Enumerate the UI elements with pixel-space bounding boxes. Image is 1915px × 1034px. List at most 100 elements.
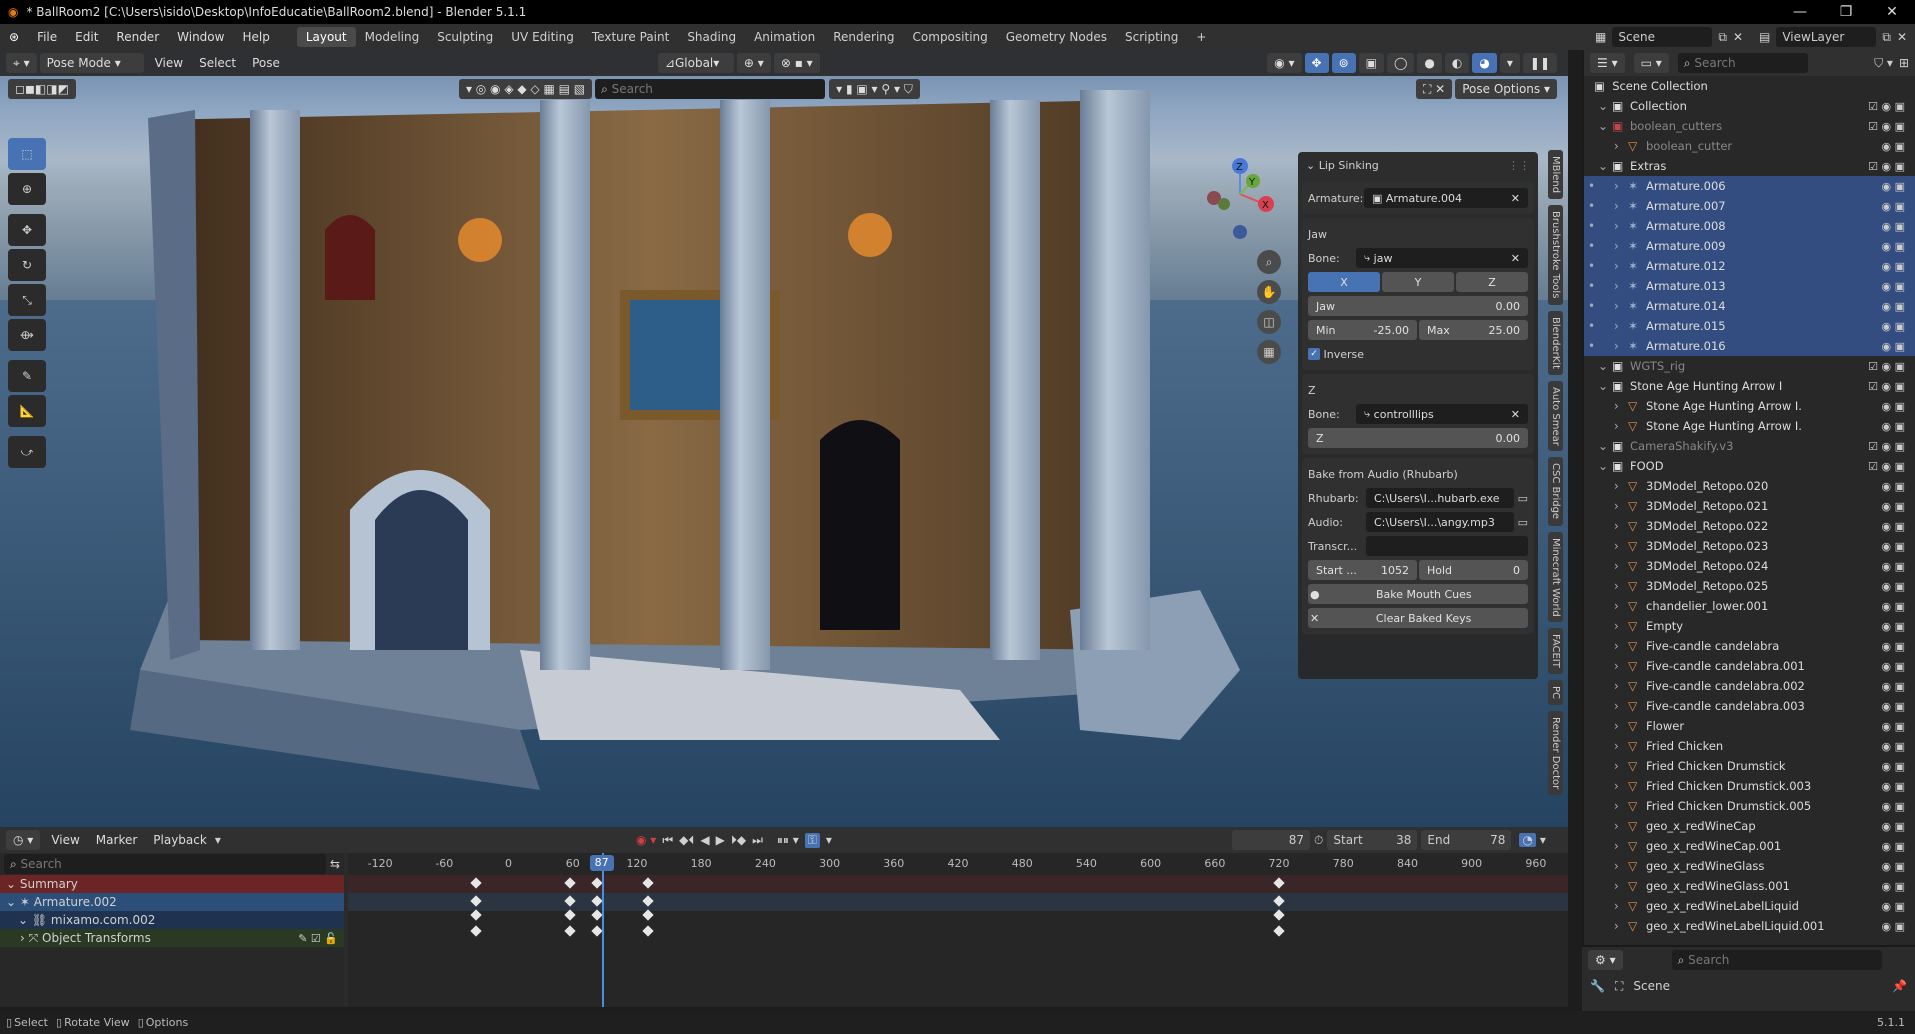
outliner-row[interactable]: › ▽ 3DModel_Retopo.023 ◉ ▣ <box>1584 536 1915 556</box>
keying-icons[interactable]: ⏸⏸ ▾ <box>777 833 799 848</box>
filter-icon[interactable]: ⛉ ▾ <box>1874 56 1893 71</box>
visibility-toggles[interactable]: ◉ ▣ <box>1882 260 1906 273</box>
clear-z-bone-icon[interactable]: ✕ <box>1511 408 1520 421</box>
visibility-toggles[interactable]: ◉ ▣ <box>1882 560 1906 573</box>
new-scene-icon[interactable]: ⧉ <box>1718 30 1727 45</box>
visibility-toggles[interactable]: ◉ ▣ <box>1882 860 1906 873</box>
measure-tool-icon[interactable]: 📐 <box>8 395 46 427</box>
annotate-tool-icon[interactable]: ✎ <box>8 360 46 392</box>
outliner-row[interactable]: › ▽ geo_x_redWineCap.001 ◉ ▣ <box>1584 836 1915 856</box>
current-frame-field[interactable]: 87 <box>1232 830 1310 850</box>
timeline-keyframe-area[interactable]: -120 -60 0 60 120 180 240 300 360 420 480 540 600 660… <box>348 853 1568 1007</box>
outliner-row[interactable]: › ▽ geo_x_redWineLabelLiquid.001 ◉ ▣ <box>1584 916 1915 936</box>
visibility-toggles[interactable]: ☑ ◉ ▣ <box>1868 440 1905 453</box>
stopwatch-icon[interactable]: ⏱ <box>1314 833 1323 848</box>
outliner-row[interactable]: › ▽ Fried Chicken Drumstick.003 ◉ ▣ <box>1584 776 1915 796</box>
outliner-row[interactable]: › ▽ Flower ◉ ▣ <box>1584 716 1915 736</box>
workspace-tab-texture-paint[interactable]: Texture Paint <box>583 27 678 47</box>
visibility-toggles[interactable]: ◉ ▣ <box>1882 620 1906 633</box>
summary-channel[interactable]: ⌄ Summary <box>0 875 344 893</box>
hold-field[interactable]: Hold 0 <box>1419 560 1528 580</box>
menu-render[interactable]: Render <box>107 30 168 44</box>
visibility-toggles[interactable]: ◉ ▣ <box>1882 240 1906 253</box>
keying-set-icon[interactable]: ⚿ <box>804 832 820 848</box>
menu-view[interactable]: View <box>147 56 191 70</box>
overlay-toggle-icon[interactable]: ⊚ <box>1331 53 1356 73</box>
outliner-row[interactable]: › ▽ chandelier_lower.001 ◉ ▣ <box>1584 596 1915 616</box>
pause-render-icon[interactable]: ❚❚ <box>1522 53 1557 73</box>
outliner-row[interactable]: • › ✶ Armature.013 ◉ ▣ <box>1584 276 1915 296</box>
playhead[interactable] <box>601 853 604 1007</box>
outliner-row[interactable]: • › ✶ Armature.009 ◉ ▣ <box>1584 236 1915 256</box>
visibility-toggles[interactable]: ☑ ◉ ▣ <box>1868 120 1905 133</box>
chevron-right-icon[interactable]: › <box>1614 799 1619 813</box>
add-workspace-icon[interactable]: + <box>1187 27 1215 47</box>
chevron-right-icon[interactable]: › <box>1614 779 1619 793</box>
visibility-toggles[interactable]: ◉ ▣ <box>1882 320 1906 333</box>
pin-icon[interactable]: 📌 <box>1892 979 1907 993</box>
delete-view-layer-icon[interactable]: ✕ <box>1897 30 1907 44</box>
mode-selector[interactable]: Pose Mode ▾ <box>39 53 144 73</box>
visibility-toggles[interactable]: ◉ ▣ <box>1882 740 1906 753</box>
properties-search-input[interactable]: ⌕ Search <box>1671 950 1882 970</box>
outliner-row[interactable]: › ▽ geo_x_redWineGlass ◉ ▣ <box>1584 856 1915 876</box>
keyframe[interactable] <box>1273 925 1285 937</box>
workspace-tab-compositing[interactable]: Compositing <box>904 27 997 47</box>
outliner-row[interactable]: › ▽ Fried Chicken Drumstick.005 ◉ ▣ <box>1584 796 1915 816</box>
outliner-row[interactable]: › ▽ geo_x_redWineCap ◉ ▣ <box>1584 816 1915 836</box>
visibility-toggles[interactable]: ☑ ◉ ▣ <box>1868 460 1905 473</box>
workspace-tab-modeling[interactable]: Modeling <box>356 27 429 47</box>
cursor-tool-icon[interactable]: ⊕ <box>8 173 46 205</box>
keyframe[interactable] <box>641 909 654 921</box>
perspective-grid-icon[interactable]: ▦ <box>1257 340 1281 364</box>
maximize-icon[interactable]: ❐ <box>1823 4 1869 20</box>
visibility-toggles[interactable]: ◉ ▣ <box>1882 760 1906 773</box>
tl-menu-playback[interactable]: Playback <box>145 833 215 847</box>
chevron-right-icon[interactable]: › <box>1614 179 1619 193</box>
view-layer-selector[interactable]: ViewLayer <box>1776 27 1877 47</box>
shading-options-icon[interactable]: ▾ <box>1499 53 1520 73</box>
keyframe[interactable] <box>563 877 576 889</box>
visibility-toggles[interactable]: ◉ ▣ <box>1882 880 1906 893</box>
chevron-right-icon[interactable]: › <box>1614 839 1619 853</box>
outliner-row[interactable]: • › ✶ Armature.008 ◉ ▣ <box>1584 216 1915 236</box>
chevron-down-icon[interactable]: ⌄ <box>1598 439 1608 453</box>
editor-type-icon[interactable]: ◷ ▾ <box>6 830 41 850</box>
scene-selector[interactable]: Scene <box>1612 27 1713 47</box>
camera-view-icon[interactable]: ◫ <box>1257 310 1281 334</box>
outliner-editor-type-icon[interactable]: ☰ ▾ <box>1590 53 1625 73</box>
scale-tool-icon[interactable]: ⤡ <box>8 284 46 316</box>
menu-pose[interactable]: Pose <box>244 56 288 70</box>
chevron-right-icon[interactable]: › <box>1614 699 1619 713</box>
pivot-icon[interactable]: ⊕ ▾ <box>736 53 771 73</box>
axis-y-button[interactable]: Y <box>1382 272 1454 292</box>
properties-editor-type-icon[interactable]: ⚙ ▾ <box>1588 950 1623 970</box>
folder-icon[interactable]: ▭ <box>1518 492 1528 505</box>
select-box-tool-icon[interactable]: ⬚ <box>8 138 46 170</box>
visibility-toggles[interactable]: ◉ ▣ <box>1882 520 1906 533</box>
outliner-row[interactable]: ⌄ ▣ Collection ☑ ◉ ▣ <box>1584 96 1915 116</box>
material-shading-icon[interactable]: ◐ <box>1444 53 1470 73</box>
outliner-row[interactable]: › ▽ Five-candle candelabra.002 ◉ ▣ <box>1584 676 1915 696</box>
pose-tool-icon[interactable]: ⤻ <box>8 436 46 468</box>
chevron-right-icon[interactable]: › <box>1614 879 1619 893</box>
visibility-toggles[interactable]: ◉ ▣ <box>1882 540 1906 553</box>
clear-baked-keys-button[interactable]: ✕ Clear Baked Keys <box>1308 608 1528 628</box>
visibility-toggles[interactable]: ◉ ▣ <box>1882 820 1906 833</box>
chevron-right-icon[interactable]: › <box>1614 539 1619 553</box>
visibility-toggles[interactable]: ◉ ▣ <box>1882 580 1906 593</box>
menu-help[interactable]: Help <box>233 30 278 44</box>
new-collection-icon[interactable]: ⊞ <box>1899 56 1909 70</box>
filter-icons[interactable]: ▾ ▮ ▣ ▾ ⚲ ▾ ⛉ <box>829 79 920 99</box>
visibility-toggles[interactable]: ◉ ▣ <box>1882 840 1906 853</box>
zoom-icon[interactable]: ⌕ <box>1257 250 1281 274</box>
solid-shading-icon[interactable]: ● <box>1417 53 1442 73</box>
play-icon[interactable]: ▶ <box>716 833 725 847</box>
menu-file[interactable]: File <box>28 30 66 44</box>
transform-orientation[interactable]: ⊿ Global ▾ <box>657 53 734 73</box>
audio-path-field[interactable]: C:\Users\I...\angy.mp3 <box>1366 512 1514 532</box>
chevron-right-icon[interactable]: › <box>1614 499 1619 513</box>
tab-pc[interactable]: PC <box>1548 680 1563 706</box>
next-keyframe-icon[interactable]: ⏵◆ <box>731 833 746 848</box>
end-frame-field[interactable]: End 78 <box>1421 830 1512 850</box>
